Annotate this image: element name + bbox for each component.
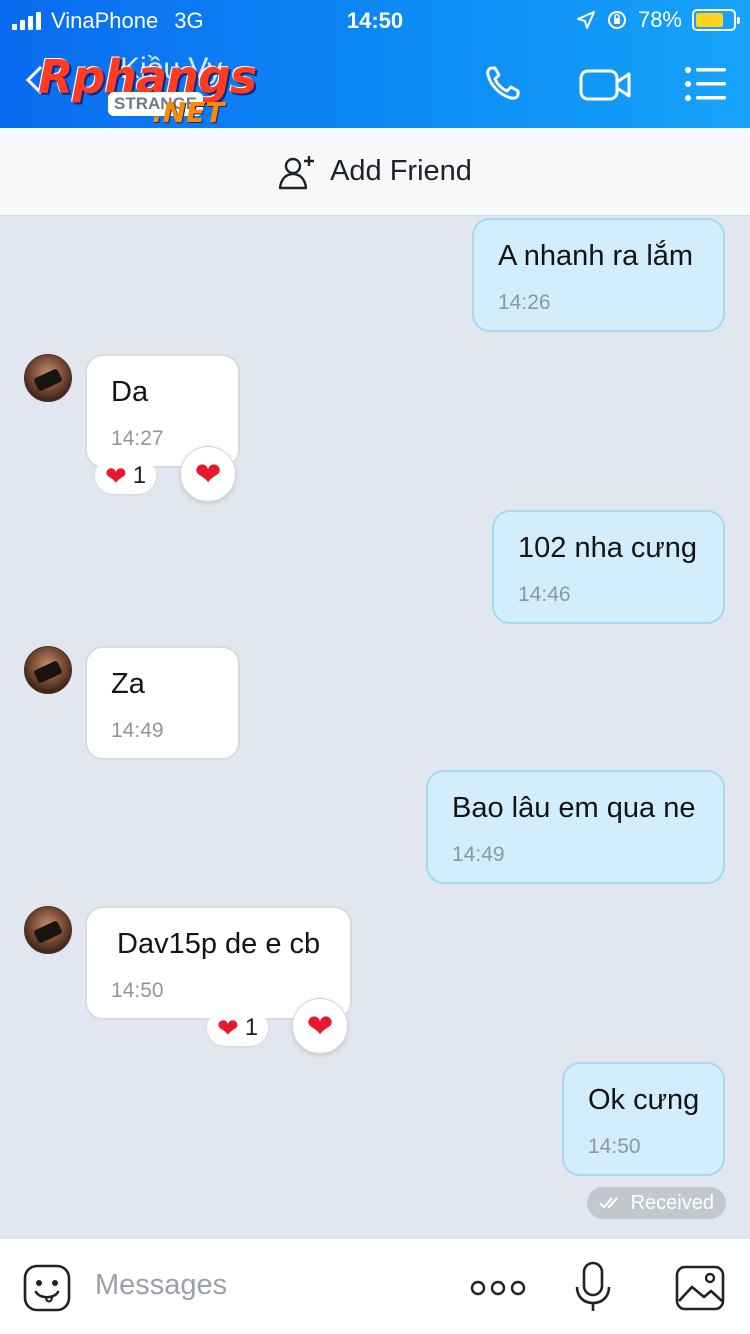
message-time: 14:46: [518, 583, 571, 606]
message-time: 14:49: [111, 719, 164, 742]
message-text: Bao lâu em qua ne: [452, 792, 696, 824]
heart-icon: ❤: [217, 1013, 239, 1043]
message-time: 14:26: [498, 291, 551, 314]
reaction-summary[interactable]: ❤ 1: [95, 458, 157, 494]
watermark-logo: Rphangs STRANGE .NET: [38, 50, 257, 129]
message-text: Dav15p de e cb: [117, 928, 321, 960]
avatar[interactable]: [24, 906, 72, 954]
add-user-icon: [278, 155, 315, 189]
status-bar: VinaPhone 3G 14:50 78%: [0, 0, 750, 40]
chat-header: VinaPhone 3G 14:50 78% Kiều Vy Rphangs S…: [0, 0, 750, 129]
message-text: Za: [111, 668, 145, 700]
reaction-count: 1: [244, 1014, 259, 1041]
add-friend-bar[interactable]: Add Friend: [0, 128, 750, 216]
message-input[interactable]: Messages: [95, 1269, 227, 1302]
delivery-status-badge: Received: [586, 1187, 726, 1219]
message-bubble-incoming[interactable]: Za 14:49: [85, 646, 240, 760]
heart-icon: ❤: [105, 461, 127, 491]
message-text: A nhanh ra lắm: [498, 240, 694, 272]
avatar[interactable]: [24, 354, 72, 402]
reaction-count: 1: [132, 462, 147, 489]
react-button[interactable]: ❤: [180, 446, 236, 502]
rotation-lock-icon: [607, 11, 626, 29]
sticker-icon[interactable]: [22, 1263, 74, 1313]
message-text: Ok cưng: [588, 1084, 700, 1116]
avatar[interactable]: [24, 646, 72, 694]
battery-icon: [692, 9, 740, 31]
react-button[interactable]: ❤: [292, 998, 348, 1054]
reaction-summary[interactable]: ❤ 1: [207, 1010, 269, 1046]
image-gallery-icon[interactable]: [674, 1263, 726, 1313]
heart-icon: ❤: [194, 456, 222, 492]
delivery-status-text: Received: [630, 1191, 714, 1214]
message-bubble-outgoing[interactable]: 102 nha cưng 14:46: [492, 510, 725, 624]
heart-icon: ❤: [306, 1008, 334, 1044]
battery-percent: 78%: [637, 7, 682, 32]
phone-icon[interactable]: [480, 62, 530, 106]
message-time: 14:50: [588, 1135, 641, 1158]
message-bubble-outgoing[interactable]: Ok cưng 14:50: [562, 1062, 725, 1176]
menu-icon[interactable]: [682, 62, 732, 106]
double-check-icon: [598, 1197, 618, 1209]
video-icon[interactable]: [578, 62, 634, 106]
message-bubble-outgoing[interactable]: Bao lâu em qua ne 14:49: [426, 770, 725, 884]
message-text: Da: [111, 376, 149, 408]
message-text: 102 nha cưng: [518, 532, 698, 564]
message-time: 14:50: [111, 979, 164, 1002]
more-options-icon[interactable]: [470, 1263, 526, 1313]
location-arrow-icon: [576, 11, 595, 29]
add-friend-label: Add Friend: [330, 155, 472, 187]
message-time: 14:49: [452, 843, 505, 866]
message-input-bar: Messages: [0, 1238, 750, 1334]
microphone-icon[interactable]: [570, 1259, 616, 1315]
message-bubble-outgoing[interactable]: A nhanh ra lắm 14:26: [472, 218, 725, 332]
